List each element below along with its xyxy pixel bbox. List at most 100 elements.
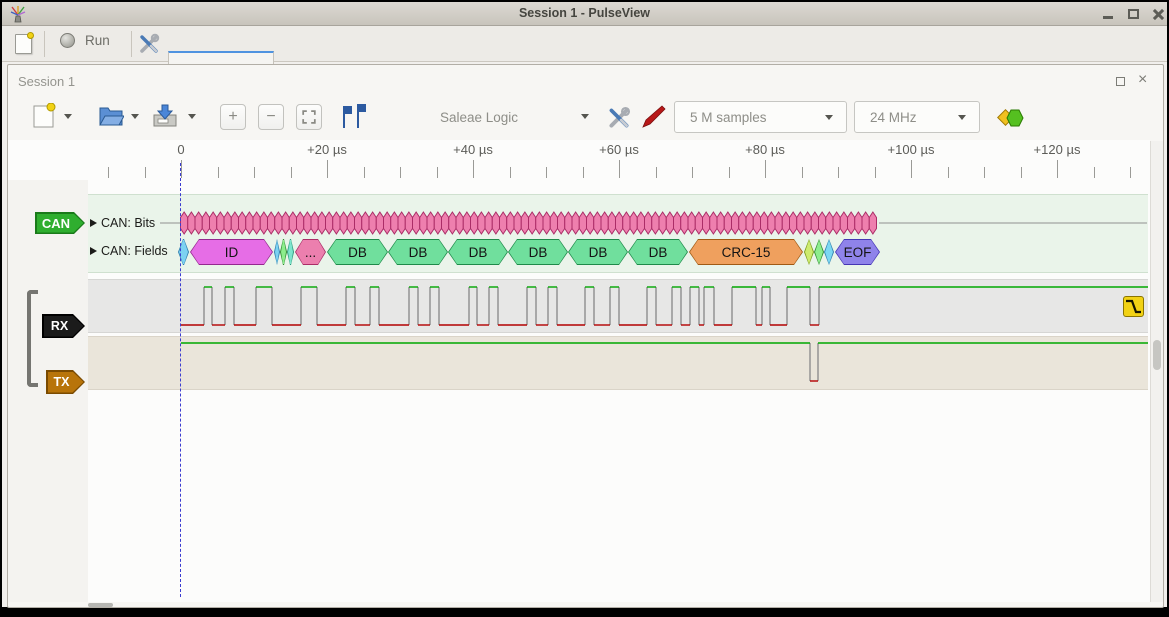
ruler-label: +80 µs xyxy=(745,142,785,157)
save-icon[interactable] xyxy=(152,103,178,129)
minimize-icon[interactable] xyxy=(1103,16,1113,19)
ruler-tick xyxy=(1130,167,1131,178)
ruler-tick xyxy=(218,167,219,178)
row-label-can-fields: CAN: Fields xyxy=(101,244,168,258)
screen: Session 1 - PulseView Run Session 1 × Se… xyxy=(0,0,1169,617)
run-button[interactable]: Run xyxy=(60,33,110,48)
run-label: Run xyxy=(85,33,110,48)
settings-icon[interactable] xyxy=(137,32,161,56)
device-dropdown-icon[interactable] xyxy=(581,114,589,119)
decoder-tag-label: CAN xyxy=(37,214,84,233)
open-dropdown-icon[interactable] xyxy=(131,114,139,119)
sample-rate-select[interactable]: 24 MHz xyxy=(854,101,980,133)
ruler-label: 0 xyxy=(177,142,184,157)
field-annotation: EOF xyxy=(835,239,880,265)
ruler-label: +100 µs xyxy=(888,142,935,157)
field-annotation: DB xyxy=(388,239,448,265)
open-folder-icon[interactable] xyxy=(98,103,124,129)
sample-count-select[interactable]: 5 M samples xyxy=(674,101,847,133)
ruler-tick xyxy=(400,167,401,178)
ruler-tick xyxy=(437,167,438,178)
field-annotation-label: CRC-15 xyxy=(690,240,802,264)
run-icon xyxy=(60,33,75,48)
session-close-icon[interactable]: × xyxy=(1138,71,1147,89)
new-file-dropdown-icon[interactable] xyxy=(64,114,72,119)
sample-rate-dropdown-icon xyxy=(958,115,966,120)
field-annotation-label: ID xyxy=(191,240,272,264)
sample-count-dropdown-icon xyxy=(825,115,833,120)
ruler-label: +40 µs xyxy=(453,142,493,157)
trigger-badge[interactable] xyxy=(1123,296,1144,317)
ruler-tick xyxy=(802,167,803,178)
add-decoder-icon[interactable] xyxy=(997,107,1025,129)
save-dropdown-icon[interactable] xyxy=(188,114,196,119)
ruler-tick xyxy=(656,167,657,178)
probe-icon[interactable] xyxy=(640,104,666,130)
field-annotation-label: DB xyxy=(509,240,567,264)
ruler-tick xyxy=(181,160,182,178)
zoom-fit-icon xyxy=(301,109,317,125)
field-annotation-label: DB xyxy=(449,240,507,264)
falling-edge-icon xyxy=(1124,297,1143,316)
ruler-tick xyxy=(510,167,511,178)
ruler-tick xyxy=(692,167,693,178)
horizontal-scrollbar-thumb[interactable] xyxy=(88,603,113,607)
ruler-tick xyxy=(1057,160,1058,178)
main-window: Session 1 - PulseView Run Session 1 × Se… xyxy=(2,2,1167,607)
ruler-tick xyxy=(729,167,730,178)
window-title: Session 1 - PulseView xyxy=(2,6,1167,20)
zoom-out-icon: − xyxy=(266,108,275,126)
ruler-tick xyxy=(108,167,109,178)
sample-count-value: 5 M samples xyxy=(690,110,767,125)
zoom-in-button[interactable]: + xyxy=(220,104,246,130)
zoom-out-button[interactable]: − xyxy=(258,104,284,130)
ruler-label: +20 µs xyxy=(307,142,347,157)
tx-trace-band xyxy=(88,336,1148,390)
field-annotation-label: DB xyxy=(389,240,447,264)
field-annotation: DB xyxy=(327,239,388,265)
ruler-tick xyxy=(583,167,584,178)
title-bar[interactable]: Session 1 - PulseView xyxy=(2,2,1167,26)
vertical-scrollbar-thumb[interactable] xyxy=(1153,340,1161,370)
field-annotation-label: DB xyxy=(629,240,687,264)
close-icon[interactable] xyxy=(1152,8,1164,20)
rx-tag-label: RX xyxy=(44,316,84,337)
ruler-tick xyxy=(327,160,328,178)
ruler-tick xyxy=(875,167,876,178)
ruler-tick xyxy=(1094,167,1095,178)
new-file-icon[interactable] xyxy=(32,103,56,129)
rx-trace-band xyxy=(88,279,1148,333)
expand-arrow-icon[interactable] xyxy=(90,247,97,255)
device-select-value: Saleae Logic xyxy=(440,110,518,125)
field-annotation: DB xyxy=(508,239,568,265)
field-annotation-label: ... xyxy=(296,240,325,264)
maximize-icon[interactable] xyxy=(1128,9,1139,19)
field-annotation: DB xyxy=(448,239,508,265)
field-annotation: DB xyxy=(628,239,688,265)
field-annotation: CRC-15 xyxy=(689,239,803,265)
zoom-in-icon: + xyxy=(228,108,237,126)
field-annotation-label: DB xyxy=(569,240,627,264)
time-cursor[interactable] xyxy=(180,163,181,597)
ruler-tick xyxy=(291,167,292,178)
float-window-icon[interactable] xyxy=(1116,77,1125,86)
new-session-button[interactable] xyxy=(15,34,32,54)
field-annotation-label: EOF xyxy=(836,240,879,264)
ruler-tick xyxy=(145,167,146,178)
cursors-flags-icon[interactable] xyxy=(340,104,368,130)
ruler-tick xyxy=(619,160,620,178)
ruler-tick xyxy=(765,160,766,178)
zoom-fit-button[interactable] xyxy=(296,104,322,130)
vertical-scrollbar[interactable] xyxy=(1150,141,1163,602)
channels-wrench-icon[interactable] xyxy=(606,105,632,131)
ruler-label: +120 µs xyxy=(1034,142,1081,157)
ruler-tick xyxy=(364,167,365,178)
ruler-tick xyxy=(254,167,255,178)
row-label-can-bits: CAN: Bits xyxy=(101,216,155,230)
device-select[interactable]: Saleae Logic xyxy=(440,101,518,133)
toolbar-separator xyxy=(44,31,45,57)
expand-arrow-icon[interactable] xyxy=(90,219,97,227)
ruler-label: +60 µs xyxy=(599,142,639,157)
ruler-tick xyxy=(1021,167,1022,178)
field-annotation: ID xyxy=(190,239,273,265)
